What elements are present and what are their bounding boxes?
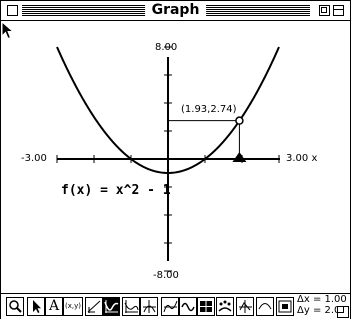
tool-button[interactable] [161, 297, 179, 316]
graph-canvas[interactable]: 8.00 -8.00 -3.00 3.00 x (1.93,2.74) f(x)… [1, 21, 350, 293]
trace-point-marker [235, 116, 244, 125]
rotate-icon [239, 300, 252, 313]
zoom-icon [9, 300, 22, 313]
function-label: f(x) = x^2 - 1 [61, 183, 171, 198]
tool-button[interactable] [85, 297, 103, 316]
x-min-label: -3.00 [21, 153, 47, 164]
text-tool-icon: A [48, 298, 60, 314]
resize-grip-icon[interactable] [337, 306, 349, 318]
y-min-label: -8.00 [153, 270, 179, 281]
x-max-label: 3.00 x [286, 153, 317, 164]
zoom-box-button[interactable] [319, 5, 330, 16]
coordinate-readout-icon: (x,y) [65, 302, 81, 310]
delta-x-readout: Δx = 1.00 [297, 294, 347, 305]
wave-icon [181, 302, 195, 312]
tool-button[interactable]: (x,y) [63, 297, 83, 316]
tool-palette: A (x,y) Δx = 1.00 Δy = 2.00 [1, 293, 350, 319]
perpendicular-icon [143, 300, 156, 313]
collapse-box-button[interactable] [333, 5, 344, 16]
window-layout-icon [278, 300, 292, 313]
tool-button[interactable] [27, 297, 45, 316]
tool-button[interactable] [102, 297, 120, 316]
tool-button[interactable] [256, 297, 274, 316]
y-max-label: 8.00 [155, 42, 178, 53]
mouse-pointer-icon [1, 21, 15, 40]
title-bar[interactable]: Graph [1, 1, 350, 21]
tool-button[interactable] [6, 297, 24, 316]
inflection-icon [163, 300, 178, 313]
trace-point-label: (1.93,2.74) [181, 103, 237, 115]
window-title: Graph [144, 1, 207, 20]
axes [56, 46, 280, 272]
trace-guides [168, 116, 247, 162]
tool-button[interactable] [179, 297, 197, 316]
tool-button[interactable] [197, 297, 215, 316]
tool-button[interactable] [122, 297, 140, 316]
dotted-curve-icon [218, 300, 232, 312]
split-grid-icon [200, 301, 212, 312]
graph-window: Graph 8.00 -8.00 -3.00 3.00 x (1.93,2.74… [0, 0, 351, 319]
trace-slider-handle [232, 152, 247, 162]
tool-button[interactable] [140, 297, 158, 316]
smooth-curve-icon [258, 303, 272, 310]
tool-button[interactable]: A [45, 297, 63, 316]
close-box-button[interactable] [7, 5, 18, 16]
derivative-curve-icon [104, 300, 119, 313]
slope-field-icon [124, 300, 139, 313]
tool-button[interactable] [276, 297, 294, 316]
x-axis-name: x [311, 153, 318, 164]
x-max-value: 3.00 [286, 153, 309, 164]
arrow-pointer-icon [33, 300, 41, 313]
tool-button[interactable] [216, 297, 234, 316]
tool-button[interactable] [236, 297, 254, 316]
tangent-line-icon [87, 300, 101, 313]
